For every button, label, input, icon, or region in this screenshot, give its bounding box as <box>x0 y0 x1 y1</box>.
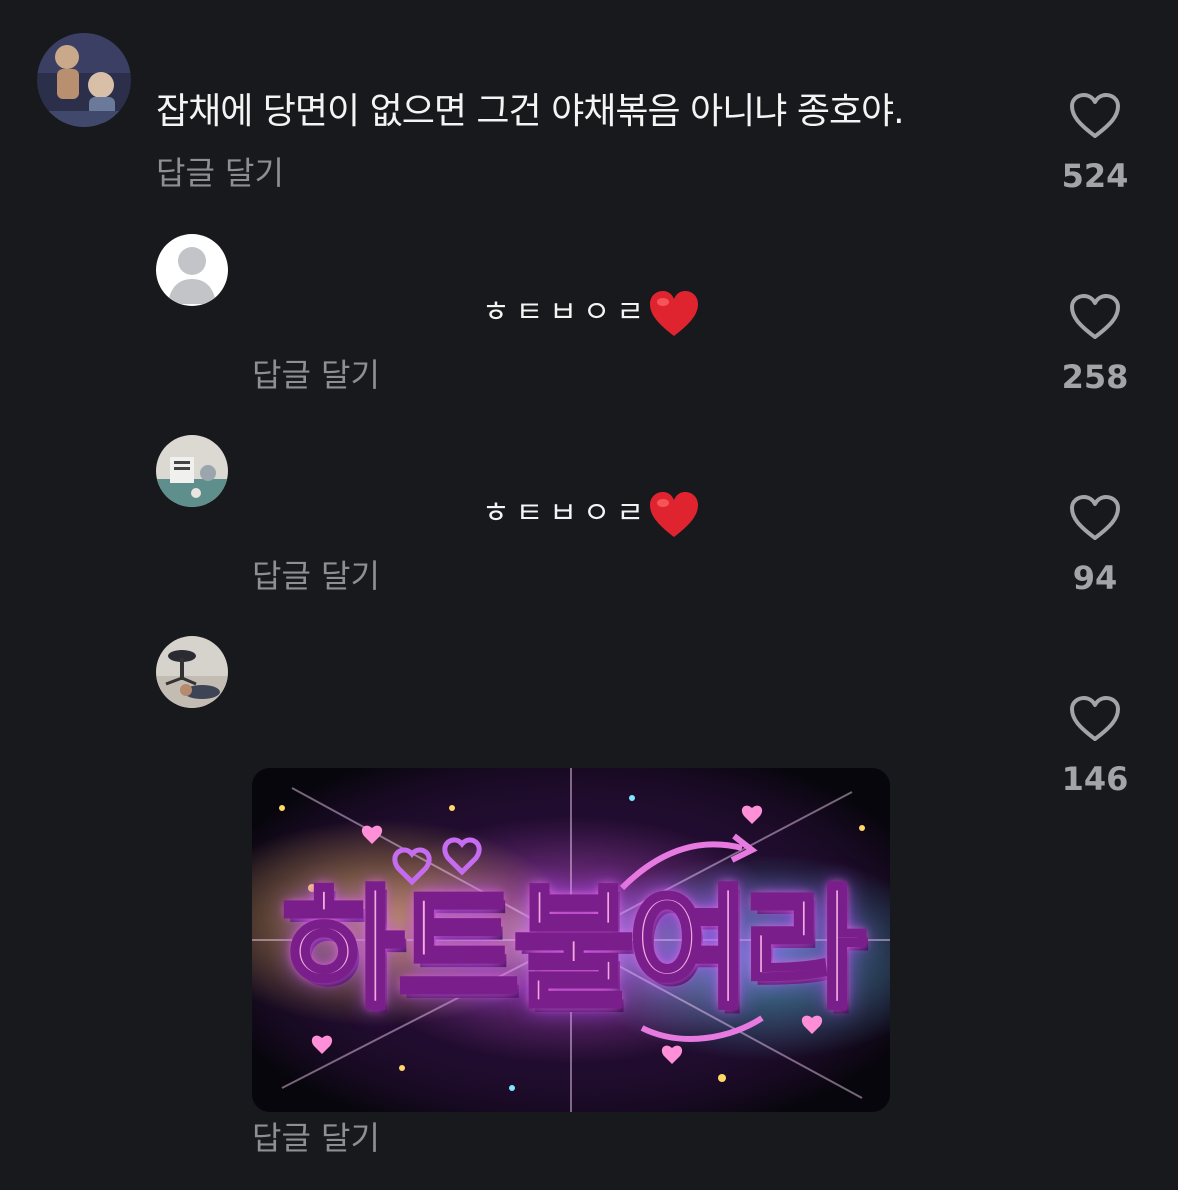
avatar[interactable] <box>156 234 228 306</box>
like-count: 258 <box>1061 358 1129 396</box>
comment-text-content: ㅎㅌㅂㅇㄹ <box>482 496 650 531</box>
like-count: 94 <box>1072 559 1118 597</box>
sticker-title: 하트불여라 <box>280 871 868 1030</box>
like-group: 524 <box>1050 92 1140 194</box>
heart-outline-icon[interactable] <box>1069 92 1121 140</box>
like-group: 258 <box>1050 293 1140 395</box>
like-group: 146 <box>1050 695 1140 797</box>
like-count: 146 <box>1061 760 1129 798</box>
reply-button[interactable]: 답글 달기 <box>252 355 380 395</box>
sticker-image[interactable]: 하트불여라 <box>252 768 890 1112</box>
heart-outline-icon[interactable] <box>1069 494 1121 542</box>
comment-text: ㅎㅌㅂㅇㄹ <box>482 489 700 539</box>
like-count: 524 <box>1061 157 1129 195</box>
avatar[interactable] <box>37 33 131 127</box>
reply-button[interactable]: 답글 달기 <box>252 1118 380 1158</box>
heart-outline-icon[interactable] <box>1069 695 1121 743</box>
comment-text: 잡채에 당면이 없으면 그건 야채볶음 아니냐 종호야. <box>156 91 905 132</box>
red-heart-emoji <box>650 290 698 336</box>
comment-text: ㅎㅌㅂㅇㄹ <box>482 288 700 338</box>
comment-text-content: ㅎㅌㅂㅇㄹ <box>482 295 650 330</box>
like-group: 94 <box>1050 494 1140 596</box>
red-heart-emoji <box>650 491 698 537</box>
avatar[interactable] <box>156 636 228 708</box>
reply-button[interactable]: 답글 달기 <box>252 556 380 596</box>
avatar[interactable] <box>156 435 228 507</box>
reply-button[interactable]: 답글 달기 <box>156 153 284 193</box>
heart-outline-icon[interactable] <box>1069 293 1121 341</box>
